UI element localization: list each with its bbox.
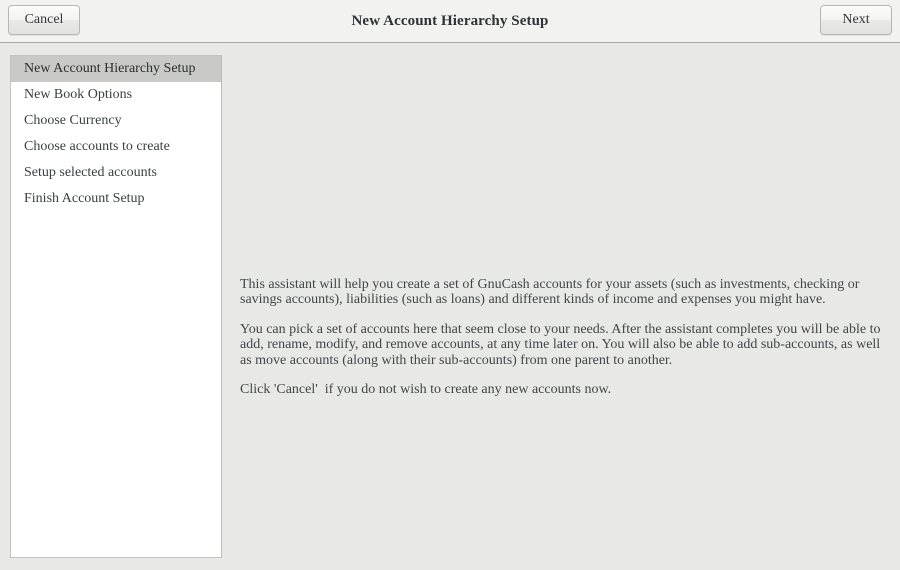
sidebar-item-new-account-hierarchy-setup[interactable]: New Account Hierarchy Setup [11,56,221,82]
window-body: New Account Hierarchy Setup New Book Opt… [0,43,900,570]
intro-paragraph-2: You can pick a set of accounts here that… [240,321,884,368]
intro-paragraph-3: Click 'Cancel' if you do not wish to cre… [240,382,612,398]
intro-paragraph-1: This assistant will help you create a se… [240,277,863,308]
page-title: New Account Hierarchy Setup [351,12,549,29]
window-header: Cancel New Account Hierarchy Setup Next [0,0,900,43]
assistant-step-sidebar: New Account Hierarchy Setup New Book Opt… [10,55,222,558]
assistant-window: Cancel New Account Hierarchy Setup Next … [0,0,900,570]
next-button[interactable]: Next [820,5,892,35]
sidebar-item-new-book-options[interactable]: New Book Options [11,82,221,108]
sidebar-item-choose-currency[interactable]: Choose Currency [11,108,221,134]
sidebar-item-setup-selected-accounts[interactable]: Setup selected accounts [11,160,221,186]
sidebar-item-finish-account-setup[interactable]: Finish Account Setup [11,186,221,212]
sidebar-item-choose-accounts-to-create[interactable]: Choose accounts to create [11,134,221,160]
assistant-content-pane: This assistant will help you create a se… [222,55,900,558]
cancel-button[interactable]: Cancel [8,5,80,35]
intro-text-block: This assistant will help you create a se… [240,277,892,397]
